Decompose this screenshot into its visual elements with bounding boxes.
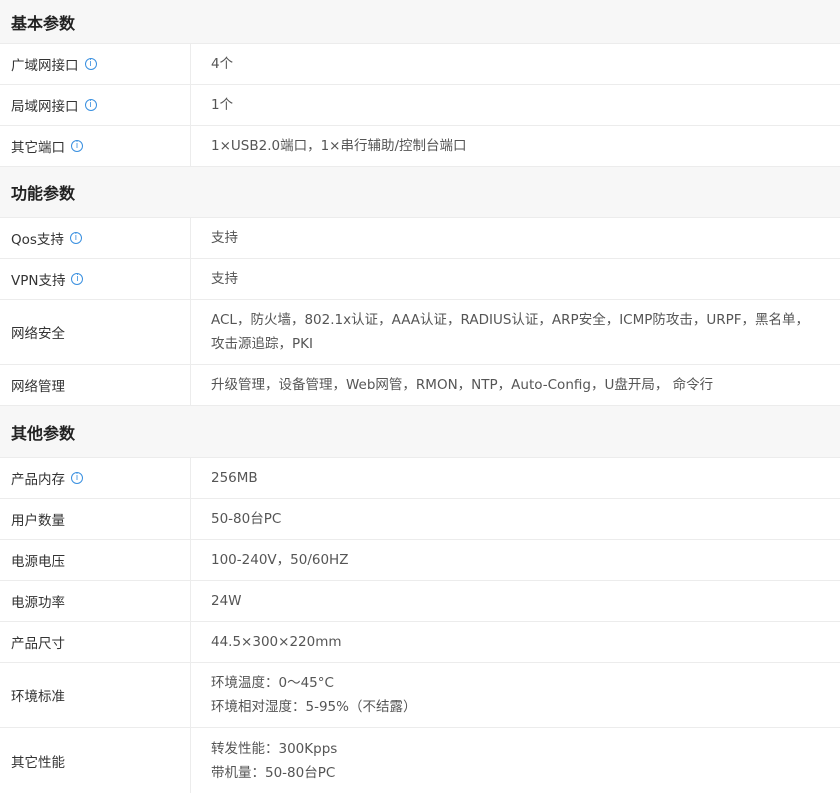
spec-row-power-wattage: 电源功率 24W bbox=[0, 581, 840, 622]
info-circle-icon[interactable]: i bbox=[71, 273, 84, 285]
spec-label: 电源功率 bbox=[11, 595, 65, 611]
spec-row-power-voltage: 电源电压 100-240V，50/60HZ bbox=[0, 540, 840, 581]
info-circle-icon[interactable]: i bbox=[69, 232, 82, 244]
spec-value-line: 转发性能：300Kpps bbox=[211, 740, 338, 757]
spec-label: 网络管理 bbox=[11, 379, 65, 395]
spec-value-line: ACL，防火墙，802.1x认证，AAA认证，RADIUS认证，ARP安全，IC… bbox=[211, 312, 810, 328]
spec-value: 升级管理，设备管理，Web网管，RMON，NTP，Auto-Config，U盘开… bbox=[211, 377, 714, 393]
section-function-params: 功能参数 Qos支持 i 支持 VPN支持 i 支持 网络安全 ACL，防火墙，80… bbox=[0, 167, 840, 406]
info-circle-icon[interactable]: i bbox=[71, 472, 83, 484]
info-circle-icon[interactable]: i bbox=[71, 140, 83, 152]
spec-label: 环境标准 bbox=[11, 689, 65, 705]
section-title: 基本参数 bbox=[0, 0, 840, 44]
spec-row-network-management: 网络管理 升级管理，设备管理，Web网管，RMON，NTP，Auto-Confi… bbox=[0, 365, 840, 406]
spec-row-other-performance: 其它性能 转发性能：300Kpps 带机量：50-80台PC bbox=[0, 728, 840, 793]
spec-value: 100-240V，50/60HZ bbox=[211, 552, 349, 568]
spec-value-line: 环境相对湿度：5-95%（不结露） bbox=[211, 699, 417, 715]
spec-row-vpn: VPN支持 i 支持 bbox=[0, 259, 840, 300]
section-title: 其他参数 bbox=[0, 406, 840, 458]
spec-value: 44.5×300×220mm bbox=[211, 634, 342, 650]
spec-label: 产品内存 bbox=[11, 472, 65, 488]
spec-label: 广域网接口 bbox=[11, 58, 79, 74]
spec-value-line: 环境温度：0～45°C bbox=[211, 675, 334, 691]
spec-label: VPN支持 bbox=[11, 273, 66, 289]
spec-label: 局域网接口 bbox=[11, 99, 79, 115]
spec-value: 1个 bbox=[211, 97, 234, 113]
info-circle-icon[interactable]: i bbox=[84, 99, 97, 111]
spec-value-line: 带机量：50-80台PC bbox=[211, 764, 336, 781]
spec-value: 4个 bbox=[211, 56, 234, 72]
spec-row-user-count: 用户数量 50-80台PC bbox=[0, 499, 840, 540]
spec-row-other-ports: 其它端口 i 1×USB2.0端口，1×串行辅助/控制台端口 bbox=[0, 126, 840, 167]
spec-label: 电源电压 bbox=[11, 554, 65, 570]
spec-value-line: 攻击源追踪，PKI bbox=[211, 336, 313, 352]
spec-value: 50-80台PC bbox=[211, 511, 282, 527]
spec-value: 24W bbox=[211, 593, 242, 609]
section-other-params: 其他参数 产品内存 i 256MB 用户数量 50-80台PC 电源电压 100-… bbox=[0, 406, 840, 793]
section-title: 功能参数 bbox=[0, 167, 840, 218]
spec-label: 用户数量 bbox=[11, 513, 65, 529]
spec-value: 支持 bbox=[211, 271, 238, 287]
spec-row-dimensions: 产品尺寸 44.5×300×220mm bbox=[0, 622, 840, 663]
spec-row-network-security: 网络安全 ACL，防火墙，802.1x认证，AAA认证，RADIUS认证，ARP… bbox=[0, 300, 840, 365]
info-circle-icon[interactable]: i bbox=[84, 58, 97, 70]
spec-label: Qos支持 bbox=[11, 232, 64, 248]
spec-row-lan-ports: 局域网接口 i 1个 bbox=[0, 85, 840, 126]
spec-row-memory: 产品内存 i 256MB bbox=[0, 458, 840, 499]
spec-value: 1×USB2.0端口，1×串行辅助/控制台端口 bbox=[211, 138, 467, 154]
spec-value: 256MB bbox=[211, 470, 258, 486]
spec-label: 产品尺寸 bbox=[11, 636, 65, 652]
spec-row-qos: Qos支持 i 支持 bbox=[0, 218, 840, 259]
section-basic-params: 基本参数 广域网接口 i 4个 局域网接口 i 1个 其它端口 i 1×USB2.0端… bbox=[0, 0, 840, 167]
spec-label: 其它性能 bbox=[11, 754, 65, 771]
spec-row-wan-ports: 广域网接口 i 4个 bbox=[0, 44, 840, 85]
spec-value: 支持 bbox=[211, 230, 238, 246]
spec-row-environment: 环境标准 环境温度：0～45°C 环境相对湿度：5-95%（不结露） bbox=[0, 663, 840, 728]
spec-label: 网络安全 bbox=[11, 326, 65, 342]
spec-label: 其它端口 bbox=[11, 140, 65, 156]
